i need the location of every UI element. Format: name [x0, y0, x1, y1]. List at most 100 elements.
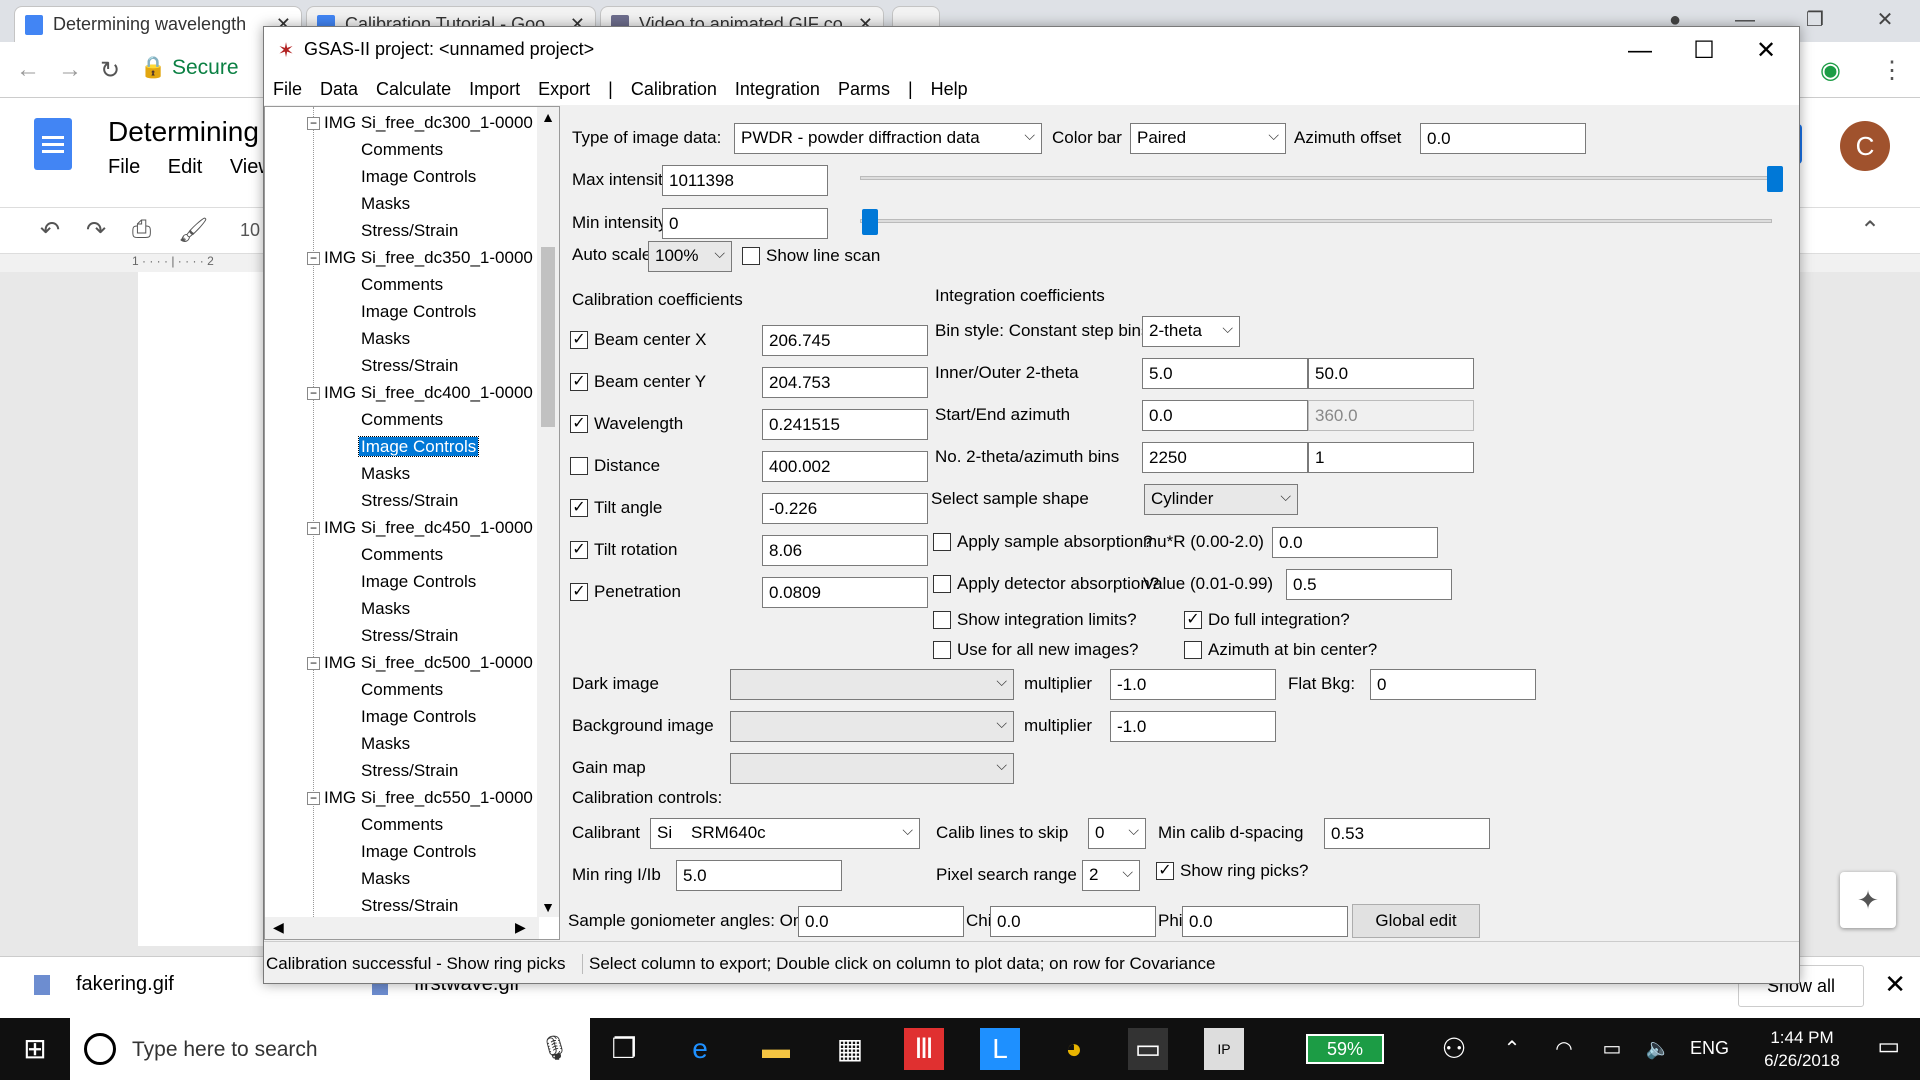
scroll-right-icon[interactable]: ▶ [515, 919, 526, 936]
detector-value-field[interactable] [1286, 569, 1452, 600]
scrollbar-thumb[interactable] [541, 247, 555, 427]
explore-icon[interactable]: ✦ [1840, 872, 1896, 928]
max-intensity-slider-track[interactable] [860, 176, 1772, 180]
data-tree[interactable]: − IMG Si_free_dc300_1-0000 Comments Image… [264, 106, 560, 940]
doc-title[interactable]: Determining [108, 116, 259, 148]
clock[interactable]: 1:44 PM 6/26/2018 [1752, 1026, 1852, 1072]
min-intensity-field[interactable] [662, 208, 828, 239]
close-icon[interactable]: ✕ [1884, 969, 1906, 1000]
nbins-azimuth-field[interactable] [1308, 442, 1474, 473]
auto-scaler-select[interactable]: 100% ⌵ [648, 241, 732, 272]
collapse-icon[interactable]: − [307, 387, 320, 400]
docs-menu-file[interactable]: File [108, 156, 140, 178]
tree-item-comments[interactable]: Comments [361, 680, 443, 700]
chevron-up-icon[interactable]: ⌃ [1492, 1028, 1532, 1070]
azimuth-at-bin-center-checkbox[interactable]: Azimuth at bin center? [1184, 640, 1377, 660]
distance-field[interactable] [762, 451, 928, 482]
store-icon[interactable]: ▦ [830, 1028, 870, 1070]
collapse-icon[interactable]: − [307, 252, 320, 265]
tree-item-image-controls[interactable]: Image Controls [361, 302, 476, 322]
language-indicator[interactable]: ENG [1690, 1038, 1729, 1059]
phi-field[interactable] [1182, 906, 1348, 937]
avatar[interactable]: C [1840, 121, 1890, 171]
battery-indicator[interactable]: 59% [1306, 1034, 1384, 1064]
microphone-icon[interactable]: 🎙 [540, 1034, 570, 1063]
penetration-field[interactable] [762, 577, 928, 608]
do-full-integration-checkbox[interactable]: ✓ Do full integration? [1184, 610, 1350, 630]
chi-field[interactable] [990, 906, 1156, 937]
calib-lines-skip-select[interactable]: 0 ⌵ [1088, 818, 1146, 849]
windows-start-icon[interactable]: ⊞ [0, 1018, 70, 1080]
secure-indicator[interactable]: 🔒 Secure [140, 56, 239, 80]
tree-image-node[interactable]: − IMG Si_free_dc400_1-0000 [307, 383, 533, 403]
chrome-menu-icon[interactable]: ⋮ [1880, 56, 1904, 85]
chevron-up-icon[interactable]: ⌃ [1860, 216, 1880, 245]
inner-2theta-field[interactable] [1142, 358, 1308, 389]
beam-center-y-checkbox[interactable]: ✓ Beam center Y [570, 372, 706, 392]
menu-integration[interactable]: Integration [726, 75, 829, 100]
tree-item-stress-strain[interactable]: Stress/Strain [361, 626, 458, 646]
terminal-icon[interactable]: ▭ [1128, 1028, 1168, 1070]
menu-data[interactable]: Data [311, 75, 367, 100]
tree-item-image-controls[interactable]: Image Controls [361, 842, 476, 862]
tree-item-masks[interactable]: Masks [361, 734, 410, 754]
calibrant-select[interactable]: Si SRM640c ⌵ [650, 818, 920, 849]
menu-parms[interactable]: Parms [829, 75, 899, 100]
tree-item-comments[interactable]: Comments [361, 410, 443, 430]
max-intensity-field[interactable] [662, 165, 828, 196]
apply-sample-absorption-checkbox[interactable]: Apply sample absorption? [933, 532, 1153, 552]
bg-multiplier-field[interactable] [1110, 711, 1276, 742]
minimize-icon[interactable]: — [1609, 33, 1671, 69]
omega-field[interactable] [798, 906, 964, 937]
paint-format-icon[interactable]: 🖌 [178, 216, 208, 245]
l-app-icon[interactable]: L [980, 1028, 1020, 1070]
docs-menu-edit[interactable]: Edit [168, 156, 202, 178]
beam-center-x-checkbox[interactable]: ✓ Beam center X [570, 330, 706, 350]
file-explorer-icon[interactable]: ▬ [756, 1028, 796, 1070]
collapse-icon[interactable]: − [307, 657, 320, 670]
min-intensity-slider-track[interactable] [860, 219, 1772, 223]
show-ring-picks-checkbox[interactable]: ✓ Show ring picks? [1156, 861, 1309, 881]
tilt-rotation-checkbox[interactable]: ✓ Tilt rotation [570, 540, 677, 560]
collapse-icon[interactable]: − [307, 117, 320, 130]
min-calib-d-field[interactable] [1324, 818, 1490, 849]
back-arrow-icon[interactable]: ← [16, 56, 40, 84]
show-integration-limits-checkbox[interactable]: Show integration limits? [933, 610, 1137, 630]
tree-item-image-controls[interactable]: Image Controls [361, 572, 476, 592]
menu-import[interactable]: Import [460, 75, 529, 100]
menu-export[interactable]: Export [529, 75, 599, 100]
global-edit-button[interactable]: Global edit [1352, 904, 1480, 938]
ipython-icon[interactable]: IP [1204, 1028, 1244, 1070]
background-image-select[interactable]: ⌵ [730, 711, 1014, 742]
tilt-angle-checkbox[interactable]: ✓ Tilt angle [570, 498, 662, 518]
tree-item-stress-strain[interactable]: Stress/Strain [361, 221, 458, 241]
tree-item-comments[interactable]: Comments [361, 545, 443, 565]
close-icon[interactable]: ✕ [1735, 33, 1797, 69]
use-for-all-new-images-checkbox[interactable]: Use for all new images? [933, 640, 1138, 660]
volume-icon[interactable]: 🔈 [1638, 1028, 1678, 1070]
tree-item-masks[interactable]: Masks [361, 329, 410, 349]
tree-image-node[interactable]: − IMG Si_free_dc550_1-0000 [307, 788, 533, 808]
tree-image-node[interactable]: − IMG Si_free_dc300_1-0000 [307, 113, 533, 133]
app-icon[interactable]: Ⅲ [904, 1028, 944, 1070]
sample-shape-select[interactable]: Cylinder ⌵ [1144, 484, 1298, 515]
menu-calibration[interactable]: Calibration [622, 75, 726, 100]
zoom-select[interactable]: 10 [240, 220, 260, 241]
tree-item-stress-strain[interactable]: Stress/Strain [361, 761, 458, 781]
forward-arrow-icon[interactable]: → [58, 56, 82, 84]
beam-center-y-field[interactable] [762, 367, 928, 398]
tree-item-comments[interactable]: Comments [361, 140, 443, 160]
gain-map-select[interactable]: ⌵ [730, 753, 1014, 784]
tree-item-stress-strain[interactable]: Stress/Strain [361, 356, 458, 376]
tree-item-masks[interactable]: Masks [361, 464, 410, 484]
wifi-icon[interactable]: ◠ [1544, 1028, 1584, 1070]
scroll-up-icon[interactable]: ▲ [537, 109, 559, 125]
max-intensity-slider-thumb[interactable] [1767, 166, 1783, 192]
reload-icon[interactable]: ↻ [100, 56, 120, 85]
extension-icon[interactable]: ◉ [1820, 56, 1841, 85]
maximize-icon[interactable]: ☐ [1673, 33, 1735, 69]
wavelength-checkbox[interactable]: ✓ Wavelength [570, 414, 683, 434]
dark-multiplier-field[interactable] [1110, 669, 1276, 700]
dark-image-select[interactable]: ⌵ [730, 669, 1014, 700]
pixel-search-range-select[interactable]: 2 ⌵ [1082, 860, 1140, 891]
